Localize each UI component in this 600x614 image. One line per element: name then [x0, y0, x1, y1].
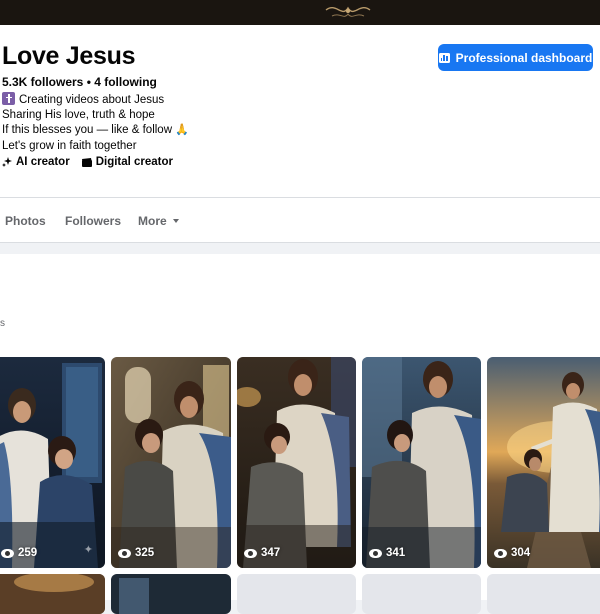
- profile-bio: Creating videos about Jesus Sharing His …: [2, 92, 189, 154]
- tab-photos[interactable]: Photos: [5, 214, 46, 228]
- latin-cross-icon: [2, 92, 15, 105]
- reel-thumbnail: [111, 574, 231, 614]
- eye-icon: [118, 548, 131, 558]
- bio-line-3: If this blesses you — like & follow 🙏: [2, 123, 189, 138]
- tab-more[interactable]: More: [138, 214, 179, 228]
- view-count: 341: [369, 547, 405, 559]
- view-count: 304: [494, 547, 530, 559]
- tag-ai-creator[interactable]: AI creator: [2, 156, 70, 168]
- eye-icon: [369, 548, 382, 558]
- sparkle-watermark-icon: ✦: [83, 544, 93, 556]
- cover-ornament-icon: [325, 6, 371, 17]
- tag-digital-creator[interactable]: Digital creator: [81, 156, 173, 168]
- professional-dashboard-button[interactable]: Professional dashboard: [438, 44, 593, 71]
- reels-section: s 259 ✦ 325 347 341 304: [0, 254, 600, 614]
- section-title-fragment: s: [0, 318, 5, 329]
- eye-icon: [1, 548, 14, 558]
- bio-line-4: Let's grow in faith together: [2, 139, 137, 152]
- reel-card[interactable]: 325: [111, 357, 231, 568]
- followers-count[interactable]: 5.3K followers • 4 following: [2, 75, 157, 89]
- profile-tags: AI creator Digital creator: [2, 156, 173, 168]
- reel-card[interactable]: 304: [487, 357, 600, 568]
- reel-card-placeholder: [237, 574, 356, 614]
- reel-card[interactable]: [111, 574, 231, 614]
- reel-card[interactable]: 347: [237, 357, 356, 568]
- view-count: 347: [244, 547, 280, 559]
- reel-thumbnail: [0, 574, 105, 614]
- bar-chart-icon: [438, 52, 450, 63]
- clapper-icon: [81, 157, 92, 167]
- reel-card[interactable]: 341: [362, 357, 481, 568]
- view-count: 259: [1, 547, 37, 559]
- eye-icon: [494, 548, 507, 558]
- reel-card-placeholder: [487, 574, 600, 614]
- profile-header: Love Jesus 5.3K followers • 4 following …: [0, 25, 600, 197]
- profile-name[interactable]: Love Jesus: [2, 42, 135, 71]
- sparkle-icon: [2, 157, 12, 167]
- reel-thumbnail: [0, 357, 105, 568]
- reel-thumbnail: [487, 357, 600, 568]
- reel-thumbnail: [111, 357, 231, 568]
- view-count: 325: [118, 547, 154, 559]
- reel-thumbnail: [362, 357, 481, 568]
- bio-line-2: Sharing His love, truth & hope: [2, 109, 155, 122]
- reel-card[interactable]: [0, 574, 105, 614]
- reel-thumbnail: [237, 357, 356, 568]
- bio-line-1: Creating videos about Jesus: [2, 92, 189, 108]
- profile-tabs: Photos Followers More: [0, 197, 600, 243]
- tab-followers[interactable]: Followers: [65, 214, 121, 228]
- cover-photo[interactable]: [0, 0, 600, 25]
- eye-icon: [244, 548, 257, 558]
- reel-card-placeholder: [362, 574, 481, 614]
- folded-hands-icon: 🙏: [175, 124, 189, 137]
- caret-down-icon: [172, 219, 179, 223]
- reel-card[interactable]: 259 ✦: [0, 357, 105, 568]
